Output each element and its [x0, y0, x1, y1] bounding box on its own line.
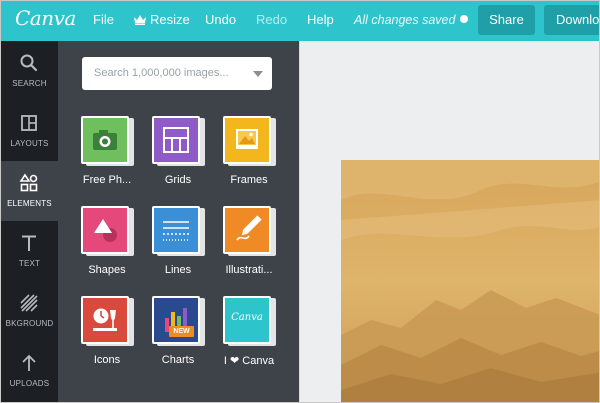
panel-divider: [299, 41, 300, 402]
share-button[interactable]: Share: [478, 5, 535, 35]
tile-label: I ❤ Canva: [223, 355, 275, 367]
help-menu[interactable]: Help: [307, 12, 334, 27]
tile-label: Shapes: [88, 264, 126, 276]
resize-menu[interactable]: Resize: [133, 12, 190, 27]
sidebar-item-label: TEXT: [18, 259, 41, 268]
sidebar-item-layouts[interactable]: LAYOUTS: [1, 101, 58, 161]
search-placeholder: Search 1,000,000 images...: [94, 67, 229, 79]
mountain-landscape-image[interactable]: [341, 160, 600, 403]
sidebar-item-elements[interactable]: ELEMENTS: [1, 161, 58, 221]
search-icon: [20, 54, 38, 72]
file-menu[interactable]: File: [93, 12, 114, 27]
image-search-input[interactable]: Search 1,000,000 images...: [82, 57, 272, 90]
tile-label: Lines: [164, 264, 192, 276]
icons-icon: [93, 308, 117, 331]
tile-label: Free Ph...: [82, 174, 132, 186]
sidebar-item-background[interactable]: BKGROUND: [1, 281, 58, 341]
save-status: All changes saved: [354, 13, 456, 27]
sidebar-item-label: LAYOUTS: [10, 139, 49, 148]
resize-label: Resize: [150, 12, 190, 27]
tile-frames[interactable]: Frames: [220, 116, 298, 196]
elements-panel: Search 1,000,000 images... Free Ph... Gr…: [58, 41, 299, 402]
top-menu-bar: Canva File Resize Undo Redo Help All cha…: [1, 1, 599, 41]
download-button[interactable]: Download: [544, 5, 599, 35]
upload-icon: [22, 354, 36, 371]
dropdown-caret-icon[interactable]: [253, 71, 263, 77]
sidebar-rail: SEARCH LAYOUTS ELEMENTS TEXT BKGROUND UP…: [1, 41, 58, 402]
redo-button[interactable]: Redo: [256, 12, 287, 27]
layouts-icon: [21, 115, 37, 131]
sidebar-item-label: BKGROUND: [5, 319, 54, 328]
shapes-icon: [94, 219, 117, 242]
crown-icon: [134, 15, 146, 25]
background-icon: [20, 294, 38, 312]
sidebar-item-text[interactable]: TEXT: [1, 221, 58, 281]
tile-label: Grids: [164, 174, 192, 186]
text-icon: [22, 235, 36, 251]
tile-illustrations[interactable]: Illustrati...: [220, 206, 298, 286]
tile-i-love-canva[interactable]: Canva I ❤ Canva: [220, 296, 298, 376]
tile-label: Icons: [93, 354, 121, 366]
elements-icon: [19, 173, 38, 192]
sidebar-item-label: SEARCH: [12, 79, 47, 88]
sidebar-item-search[interactable]: SEARCH: [1, 41, 58, 101]
tile-label: Charts: [161, 354, 195, 366]
undo-button[interactable]: Undo: [205, 12, 236, 27]
pencil-icon: [236, 215, 262, 241]
info-icon[interactable]: [460, 15, 468, 23]
grid-icon: [163, 127, 189, 153]
canva-logo-icon: Canva: [231, 312, 263, 323]
canva-logo[interactable]: Canva: [15, 6, 76, 30]
frame-icon: [236, 129, 258, 149]
camera-icon: [93, 130, 117, 150]
sidebar-item-label: ELEMENTS: [7, 199, 52, 208]
sidebar-item-uploads[interactable]: UPLOADS: [1, 341, 58, 401]
sidebar-item-label: UPLOADS: [9, 379, 50, 388]
new-badge: NEW: [169, 326, 194, 337]
tile-label: Illustrati...: [225, 264, 273, 276]
tile-label: Frames: [230, 174, 268, 186]
lines-icon: [163, 221, 189, 241]
canva-editor-window: Canva File Resize Undo Redo Help All cha…: [0, 0, 600, 403]
design-canvas[interactable]: [341, 160, 600, 403]
